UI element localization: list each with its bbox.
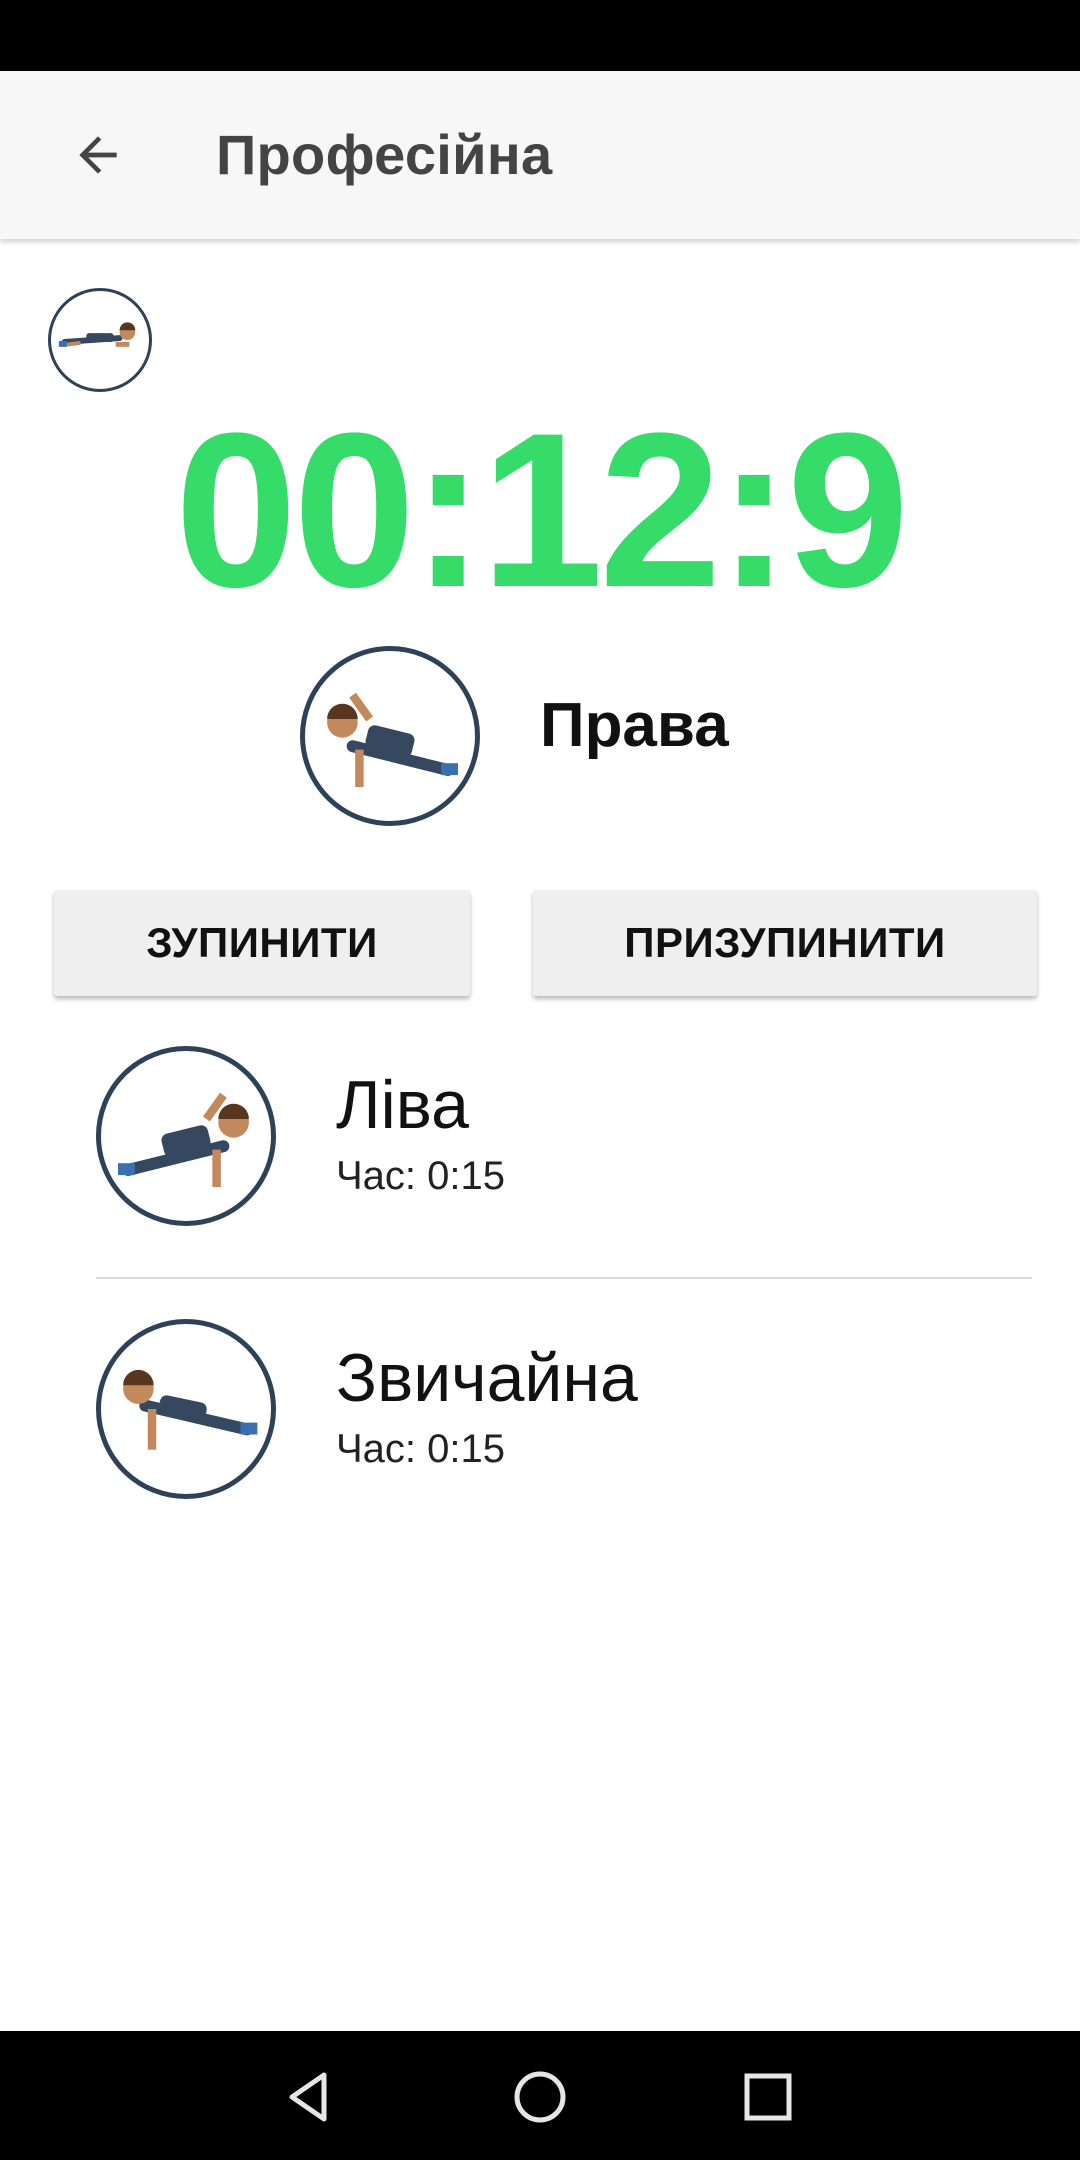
exercise-avatar [96,1319,276,1499]
square-recents-icon [744,2073,792,2121]
status-bar [0,0,1080,71]
plank-icon [58,322,136,347]
circle-home-icon [514,2071,566,2123]
current-exercise-name: Права [540,691,729,760]
page-title: Професійна [216,123,553,186]
workout-timer: 00:12:9 [174,387,909,633]
back-button[interactable] [60,117,136,193]
plank-preview-avatar [48,288,152,392]
app-bar: Професійна [0,71,1080,239]
exercise-name: Звичайна [336,1340,638,1416]
exercise-time: Час: 0:15 [336,1427,505,1471]
exercise-name: Ліва [336,1067,469,1143]
side-plank-right-icon [327,692,458,787]
list-item[interactable]: Звичайна Час: 0:15 [96,1319,1032,1499]
plank-icon [123,1369,258,1450]
arrow-back-icon [79,136,117,174]
list-divider [96,1277,1032,1279]
side-plank-left-icon [118,1092,249,1187]
pause-button[interactable]: ПРИЗУПИНИТИ [533,890,1037,996]
current-exercise-avatar [300,646,480,826]
stop-button[interactable]: ЗУПИНИТИ [54,890,470,996]
exercise-avatar [96,1046,276,1226]
nav-recents-button[interactable] [728,2057,808,2137]
list-item[interactable]: Ліва Час: 0:15 [96,1046,1032,1226]
exercise-time: Час: 0:15 [336,1154,505,1198]
system-nav-bar [0,2031,1080,2160]
nav-home-button[interactable] [500,2057,580,2137]
nav-back-button[interactable] [268,2057,348,2137]
triangle-back-icon [289,2072,327,2122]
